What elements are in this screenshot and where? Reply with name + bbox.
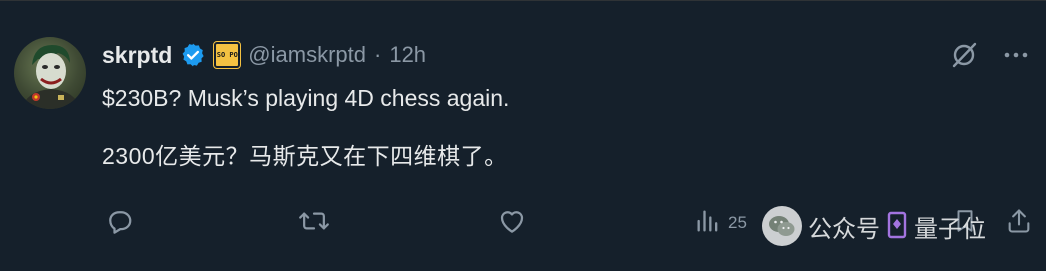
watermark-account-label: 公众号: [808, 215, 880, 243]
tweet-header: skrptd SO PO @iamskrptd · 12h: [102, 38, 426, 72]
affiliate-badge-icon[interactable]: SO PO: [213, 41, 242, 69]
tweet-card[interactable]: skrptd SO PO @iamskrptd · 12h $230B? Mus…: [0, 0, 1046, 271]
retweet-icon: [298, 206, 330, 241]
wechat-icon: [762, 206, 802, 246]
tweet-timestamp[interactable]: 12h: [389, 42, 426, 68]
views-button[interactable]: 25: [694, 203, 747, 243]
avatar[interactable]: [14, 37, 86, 109]
tweet-text-chinese: 2300亿美元？马斯克又在下四维棋了。: [102, 143, 508, 169]
watermark-brand-label: 量子位: [914, 215, 986, 243]
views-count: 25: [728, 213, 747, 232]
like-button[interactable]: [497, 203, 527, 243]
tweet-text-english: $230B? Musk’s playing 4D chess again.: [102, 85, 510, 111]
reply-icon: [104, 206, 134, 241]
heart-icon: [497, 206, 527, 241]
share-icon: [1005, 206, 1033, 241]
verified-badge-icon: [180, 42, 206, 68]
bar-chart-icon: [694, 206, 722, 241]
reply-button[interactable]: [104, 203, 134, 243]
tweet-top-actions: [948, 39, 1032, 71]
more-icon[interactable]: [1000, 39, 1032, 71]
retweet-button[interactable]: [298, 203, 330, 243]
grok-icon[interactable]: [948, 39, 980, 71]
author-handle[interactable]: @iamskrptd: [248, 42, 366, 68]
author-name[interactable]: skrptd: [102, 42, 172, 69]
share-button[interactable]: [1005, 203, 1033, 243]
avatar-image: [22, 45, 80, 109]
separator-dot: ·: [374, 42, 382, 67]
wechat-watermark: 公众号 量子位: [762, 206, 986, 246]
qbit-logo-icon: [886, 211, 908, 241]
